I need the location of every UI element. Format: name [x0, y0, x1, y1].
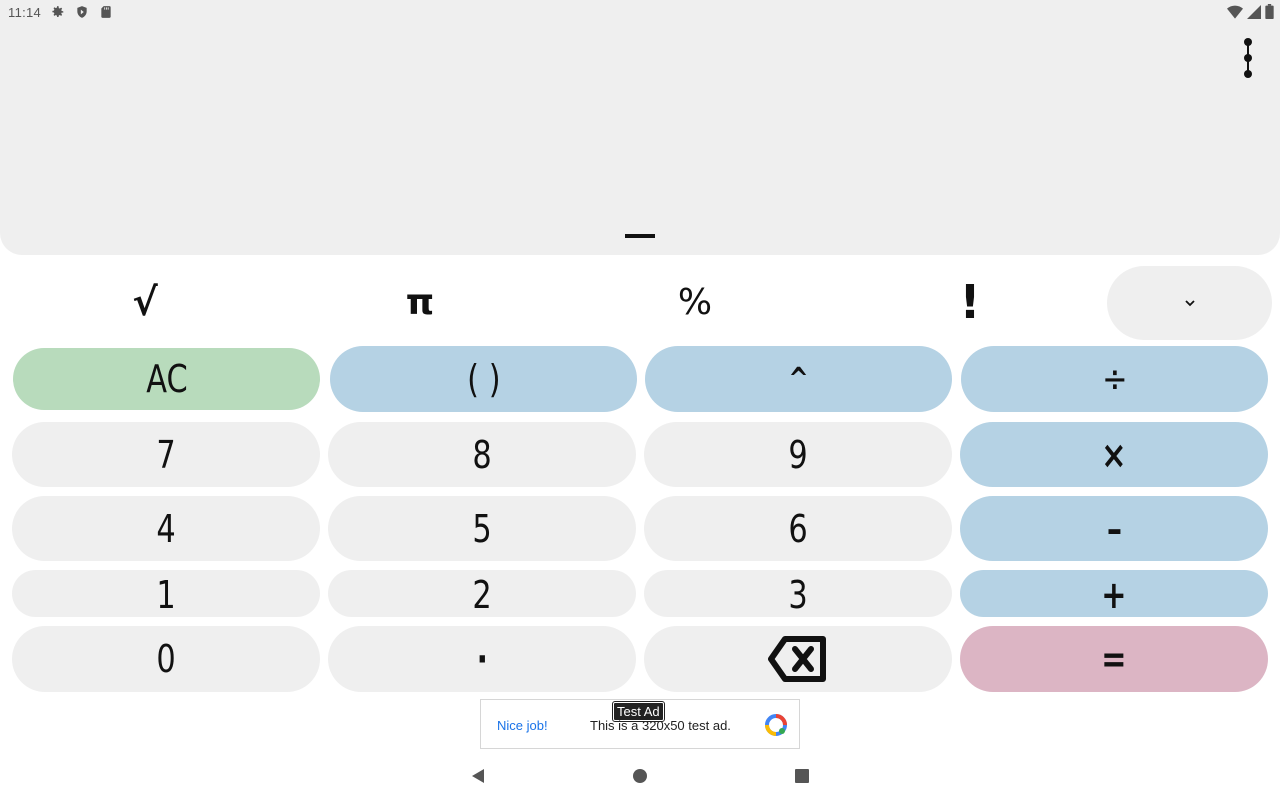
expand-scientific-button[interactable]	[1107, 266, 1272, 340]
status-bar: 11:14	[0, 0, 1280, 24]
divide-button[interactable]: ÷	[961, 346, 1268, 412]
ad-logo-icon	[765, 714, 787, 736]
home-button[interactable]	[630, 766, 650, 786]
ad-banner[interactable]: Test Ad Nice job! This is a 320x50 test …	[480, 699, 800, 749]
factorial-button[interactable]: !	[910, 272, 1030, 332]
all-clear-button[interactable]: AC	[13, 348, 320, 410]
ad-headline[interactable]: Nice job!	[497, 718, 548, 733]
digit-4-button[interactable]: 4	[12, 496, 320, 561]
gear-icon	[52, 6, 64, 17]
equals-button[interactable]: =	[960, 626, 1268, 692]
digit-5-button[interactable]: 5	[328, 496, 636, 561]
home-circle-icon	[633, 769, 647, 783]
navigation-bar	[0, 752, 1280, 800]
signal-icon	[1247, 4, 1261, 19]
ad-body: This is a 320x50 test ad.	[590, 718, 731, 733]
digit-9-button[interactable]: 9	[644, 422, 952, 487]
digit-0-button[interactable]: 0	[12, 626, 320, 692]
wifi-icon	[1227, 5, 1243, 19]
status-time: 11:14	[8, 4, 42, 20]
backspace-icon	[768, 636, 826, 682]
recents-button[interactable]	[792, 766, 812, 786]
decimal-point-button[interactable]: ·	[328, 626, 636, 692]
digit-7-button[interactable]: 7	[12, 422, 320, 487]
sd-card-icon	[101, 6, 111, 18]
chevron-down-icon	[1184, 300, 1195, 307]
percent-button[interactable]: %	[635, 272, 755, 332]
digit-3-button[interactable]: 3	[644, 570, 952, 617]
battery-icon	[1265, 4, 1274, 19]
parentheses-button[interactable]: ( )	[330, 346, 637, 412]
plus-button[interactable]: +	[960, 570, 1268, 617]
shield-icon	[77, 6, 87, 18]
pi-button[interactable]: π	[360, 272, 480, 332]
digit-6-button[interactable]: 6	[644, 496, 952, 561]
minus-button[interactable]: –	[960, 496, 1268, 561]
digit-8-button[interactable]: 8	[328, 422, 636, 487]
input-cursor	[625, 234, 655, 238]
scientific-row: √ π % !	[0, 262, 1280, 342]
calculator-display	[0, 24, 1280, 255]
digit-2-button[interactable]: 2	[328, 570, 636, 617]
calculator-screen: 11:14 √ π % ! AC ( ) ^ ÷ 7 8 9 × 4 5 6 –…	[0, 0, 1280, 800]
square-root-button[interactable]: √	[85, 272, 205, 332]
backspace-button[interactable]	[644, 626, 952, 692]
power-button[interactable]: ^	[645, 346, 952, 412]
digit-1-button[interactable]: 1	[12, 570, 320, 617]
status-right-icons	[1227, 4, 1274, 19]
back-button[interactable]	[468, 766, 488, 786]
back-triangle-icon	[472, 769, 484, 783]
multiply-button[interactable]: ×	[960, 422, 1268, 487]
overflow-menu-icon[interactable]	[1238, 38, 1258, 78]
recents-square-icon	[795, 769, 809, 783]
